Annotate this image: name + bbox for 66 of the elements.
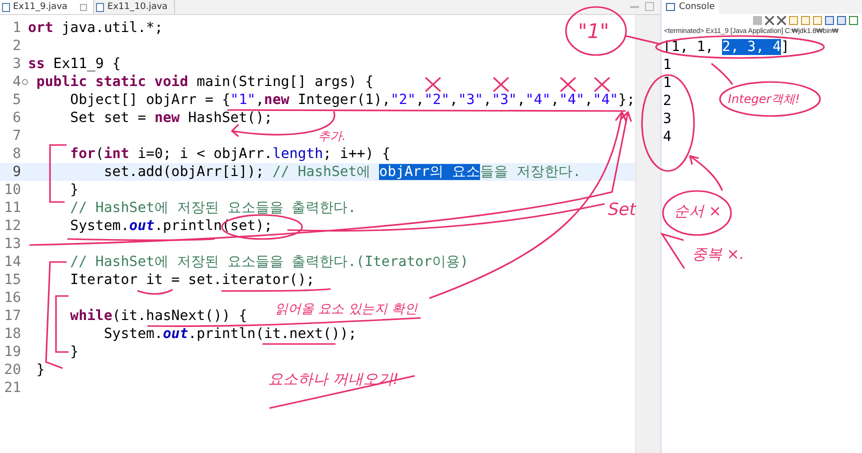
line-number: 13 bbox=[4, 236, 22, 252]
code-line: Set set = new HashSet(); bbox=[69, 110, 272, 126]
line-number: 15 bbox=[4, 272, 22, 288]
cross-mark bbox=[560, 77, 576, 92]
cross-mark bbox=[425, 77, 441, 92]
code-line: } bbox=[35, 362, 45, 378]
connector-line bbox=[625, 35, 661, 45]
console-output-line: 4 bbox=[663, 128, 672, 146]
line-number: 6 bbox=[12, 110, 22, 126]
console-output-line: 3 bbox=[663, 110, 672, 128]
code-line: set.add(objArr[i]); // HashSet에 objArr의 요소들을 저장한다. bbox=[102, 163, 582, 181]
handwritten-note: "1" bbox=[578, 19, 610, 43]
code-line: ort java.util.*; bbox=[28, 20, 163, 36]
line-number: 7 bbox=[12, 128, 22, 144]
cross-mark bbox=[594, 77, 610, 92]
handwritten-note: 요소하나 꺼내오기! bbox=[268, 370, 399, 389]
line-number: 3 bbox=[12, 56, 22, 72]
handwritten-note: Integer객체! bbox=[728, 91, 800, 108]
handwritten-note: Set bbox=[608, 200, 636, 220]
code-line: while(it.hasNext()) { bbox=[69, 308, 248, 324]
square-icon[interactable] bbox=[753, 16, 762, 24]
handwritten-note: 추가. bbox=[318, 128, 346, 145]
line-number: 12 bbox=[4, 218, 22, 234]
handwritten-note: 중복 ×. bbox=[692, 245, 744, 264]
editor-tab[interactable]: Ex11_9.java bbox=[0, 0, 94, 14]
circle-mark bbox=[565, 6, 627, 56]
line-number: 5 bbox=[12, 92, 22, 108]
line-number: 17 bbox=[4, 308, 22, 324]
line-number: 14 bbox=[4, 254, 22, 270]
code-line: Iterator it = set.iterator(); bbox=[69, 272, 315, 288]
maximize-icon[interactable] bbox=[645, 2, 654, 11]
underline-mark bbox=[137, 289, 173, 295]
line-number: 19 bbox=[4, 344, 22, 360]
code-line: } bbox=[69, 182, 79, 198]
console-output-line: 2 bbox=[663, 92, 672, 110]
line-number: 1 bbox=[12, 20, 22, 36]
circle-mark bbox=[662, 190, 732, 236]
line-number: 9 bbox=[12, 164, 22, 180]
code-line: // HashSet에 저장된 요소들을 출력한다.(Iterator이용) bbox=[69, 253, 468, 271]
code-line: System.out.println(it.next()); bbox=[102, 326, 357, 342]
console-output-line: 1 bbox=[663, 56, 672, 74]
line-number: 2 bbox=[12, 38, 22, 54]
connector-line bbox=[711, 63, 733, 85]
code-line: public static void main(String[] args) { bbox=[35, 74, 374, 90]
line-number: 21 bbox=[4, 380, 22, 396]
handwritten-note: 순서 × bbox=[674, 202, 722, 221]
console-output-line: 1 bbox=[663, 74, 672, 92]
console-tab[interactable]: Console bbox=[662, 0, 719, 14]
cross-mark bbox=[493, 77, 509, 92]
line-number: 20 bbox=[4, 362, 22, 378]
line-number: 10 bbox=[4, 182, 22, 198]
code-line: Object[] objArr = {"1",new Integer(1),"2","2","3","3","4","4","4"}; bbox=[69, 92, 636, 108]
cross-icon[interactable] bbox=[765, 16, 774, 24]
code-line: ss Ex11_9 { bbox=[28, 56, 121, 72]
line-number: 8 bbox=[12, 146, 22, 162]
editor-tab[interactable]: Ex11_10.java bbox=[94, 0, 175, 14]
handwritten-note: 읽어올 요소 있는지 확인 bbox=[275, 301, 418, 318]
code-line: } bbox=[69, 344, 79, 360]
code-line: for(int i=0; i < objArr.length; i++) { bbox=[69, 146, 390, 162]
curved-arrow bbox=[689, 155, 723, 191]
bracket-mark bbox=[49, 144, 67, 203]
bracket-mark bbox=[660, 232, 685, 269]
code-line: // HashSet에 저장된 요소들을 출력한다. bbox=[69, 199, 356, 217]
line-number: 16 bbox=[4, 290, 22, 306]
line-number: 11 bbox=[4, 200, 22, 216]
line-number: 18 bbox=[4, 326, 22, 342]
